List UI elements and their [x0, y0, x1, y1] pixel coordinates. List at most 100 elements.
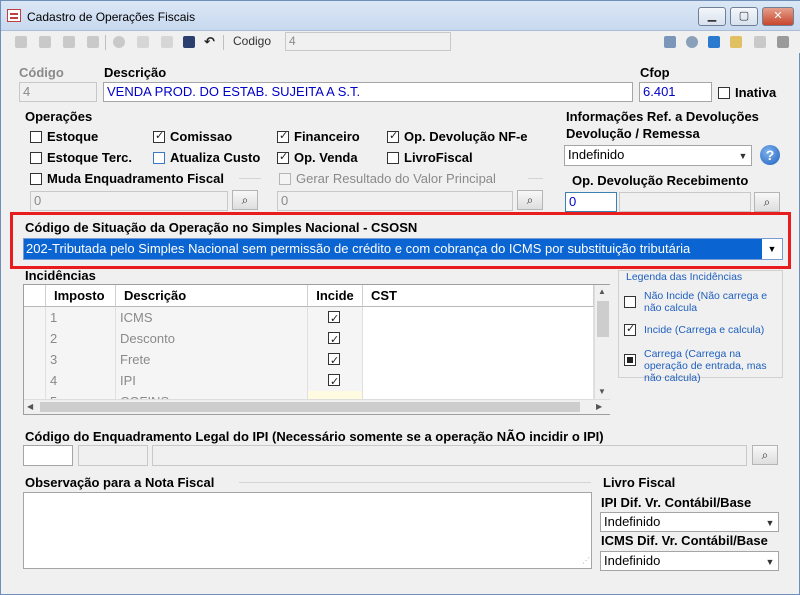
- gerar-resultado-checkbox[interactable]: [279, 173, 291, 185]
- gerar-lookup-button[interactable]: ⌕: [517, 190, 543, 210]
- comissao-checkbox[interactable]: [153, 129, 165, 143]
- imposto-cell: 2: [46, 328, 116, 349]
- ipi-code2-input[interactable]: [78, 445, 148, 466]
- scroll-left-icon[interactable]: ◀: [27, 402, 33, 411]
- help-icon[interactable]: ?: [760, 145, 780, 165]
- ipi-dif-select[interactable]: Indefinido ▼: [600, 512, 779, 532]
- cst-cell[interactable]: [363, 307, 594, 328]
- table-row[interactable]: 4 IPI: [24, 370, 594, 393]
- save-icon[interactable]: [183, 36, 195, 48]
- chevron-down-icon: ▼: [765, 518, 775, 528]
- estoque-label: Estoque: [47, 129, 99, 144]
- toolbar-codigo-input[interactable]: 4: [285, 32, 451, 51]
- incide-checkbox[interactable]: [328, 351, 340, 372]
- col-incide[interactable]: Incide: [308, 285, 363, 307]
- estoque-terc-checkbox[interactable]: [30, 152, 42, 164]
- delete-icon[interactable]: [161, 36, 173, 48]
- muda-enquadramento-input[interactable]: 0: [30, 191, 228, 211]
- scroll-thumb-h[interactable]: [40, 402, 580, 412]
- op-devolucao-checkbox[interactable]: [387, 129, 399, 143]
- recebimento-input[interactable]: 0: [565, 192, 617, 212]
- estoque-checkbox[interactable]: [30, 131, 42, 143]
- csosn-label: Código de Situação da Operação no Simple…: [25, 220, 418, 235]
- maximize-button[interactable]: ▢: [730, 7, 758, 26]
- descricao-cell: ICMS: [116, 307, 308, 328]
- codigo-label: Código: [19, 65, 64, 80]
- refresh-icon[interactable]: [708, 36, 720, 48]
- filter-icon[interactable]: [664, 36, 676, 48]
- chevron-down-icon: ▼: [762, 239, 782, 259]
- muda-lookup-button[interactable]: ⌕: [232, 190, 258, 210]
- window-title: Cadastro de Operações Fiscais: [27, 10, 196, 24]
- col-imposto[interactable]: Imposto: [46, 285, 116, 307]
- new-icon[interactable]: [113, 36, 125, 48]
- livro-fiscal-checkbox[interactable]: [387, 152, 399, 164]
- financeiro-checkbox[interactable]: [277, 129, 289, 143]
- ipi-lookup-button[interactable]: ⌕: [752, 445, 778, 465]
- vertical-scrollbar[interactable]: ▲ ▼: [594, 285, 610, 399]
- recebimento-lookup-button[interactable]: ⌕: [754, 192, 780, 212]
- next-icon[interactable]: [63, 36, 75, 48]
- ipi-dif-label: IPI Dif. Vr. Contábil/Base: [601, 495, 752, 510]
- descricao-cell: Frete: [116, 349, 308, 370]
- cfop-input[interactable]: 6.401: [639, 82, 712, 102]
- minimize-button[interactable]: ▁: [698, 7, 726, 26]
- gerar-resultado-label: Gerar Resultado do Valor Principal: [296, 171, 496, 186]
- estoque-terc-label: Estoque Terc.: [47, 150, 133, 165]
- document-icon[interactable]: [730, 36, 742, 48]
- table-row[interactable]: 1 ICMS: [24, 307, 594, 330]
- cst-cell[interactable]: [363, 349, 594, 370]
- ipi-dif-value: Indefinido: [604, 514, 661, 529]
- incide-checkbox[interactable]: [328, 330, 340, 351]
- undo-icon[interactable]: ↶: [204, 35, 216, 48]
- observacao-textarea[interactable]: ⋰: [23, 492, 592, 569]
- first-icon[interactable]: [15, 36, 27, 48]
- table-row[interactable]: 3 Frete: [24, 349, 594, 372]
- scroll-up-icon[interactable]: ▲: [598, 287, 606, 296]
- ipi-code-input[interactable]: [23, 445, 73, 466]
- gerar-resultado-input[interactable]: 0: [277, 191, 513, 211]
- table-row[interactable]: 2 Desconto: [24, 328, 594, 351]
- toolbar: ↶ Codigo 4: [1, 31, 800, 53]
- scroll-down-icon[interactable]: ▼: [598, 387, 606, 396]
- incidencias-grid: Imposto Descrição Incide CST 1 ICMS 2 De…: [23, 284, 610, 415]
- muda-enquadramento-checkbox[interactable]: [30, 173, 42, 185]
- operacoes-title: Operações: [25, 109, 93, 124]
- descricao-cell: Desconto: [116, 328, 308, 349]
- legend-title: Legenda das Incidências: [626, 271, 743, 283]
- cst-cell[interactable]: [363, 328, 594, 349]
- horizontal-scrollbar[interactable]: ◀ ▶: [24, 399, 610, 414]
- legend-incide-checkbox: [624, 322, 636, 336]
- cst-cell[interactable]: [363, 370, 594, 391]
- observacao-label: Observação para a Nota Fiscal: [25, 475, 215, 490]
- incide-checkbox[interactable]: [328, 309, 340, 330]
- scroll-right-icon[interactable]: ▶: [596, 402, 602, 411]
- atualiza-custo-checkbox[interactable]: [153, 152, 165, 164]
- csosn-value: 202-Tributada pelo Simples Nacional sem …: [26, 241, 691, 256]
- close-button[interactable]: ✕: [762, 7, 794, 26]
- atualiza-custo-label: Atualiza Custo: [170, 150, 261, 165]
- recebimento-label: Op. Devolução Recebimento: [572, 173, 749, 188]
- inativa-checkbox[interactable]: [718, 87, 730, 99]
- recebimento-desc-input[interactable]: [619, 192, 751, 212]
- legend-carrega-checkbox: [624, 354, 636, 366]
- op-venda-checkbox[interactable]: [277, 150, 289, 164]
- list-icon[interactable]: [754, 36, 766, 48]
- descricao-input[interactable]: VENDA PROD. DO ESTAB. SUJEITA A S.T.: [103, 82, 633, 102]
- codigo-input[interactable]: 4: [19, 82, 97, 102]
- col-descricao[interactable]: Descrição: [116, 285, 308, 307]
- edit-icon[interactable]: [137, 36, 149, 48]
- prev-icon[interactable]: [39, 36, 51, 48]
- scroll-thumb[interactable]: [597, 301, 609, 337]
- devolucao-remessa-select[interactable]: Indefinido ▼: [564, 145, 752, 166]
- exit-icon[interactable]: [777, 36, 789, 48]
- csosn-select[interactable]: 202-Tributada pelo Simples Nacional sem …: [23, 238, 783, 260]
- ipi-desc-input[interactable]: [152, 445, 747, 466]
- last-icon[interactable]: [87, 36, 99, 48]
- col-cst[interactable]: CST: [363, 285, 594, 307]
- legend-nao-incide-checkbox: [624, 296, 636, 308]
- incide-checkbox[interactable]: [328, 372, 340, 393]
- tools-icon[interactable]: [686, 36, 698, 48]
- icms-dif-select[interactable]: Indefinido ▼: [600, 551, 779, 571]
- devolucao-remessa-value: Indefinido: [568, 147, 625, 162]
